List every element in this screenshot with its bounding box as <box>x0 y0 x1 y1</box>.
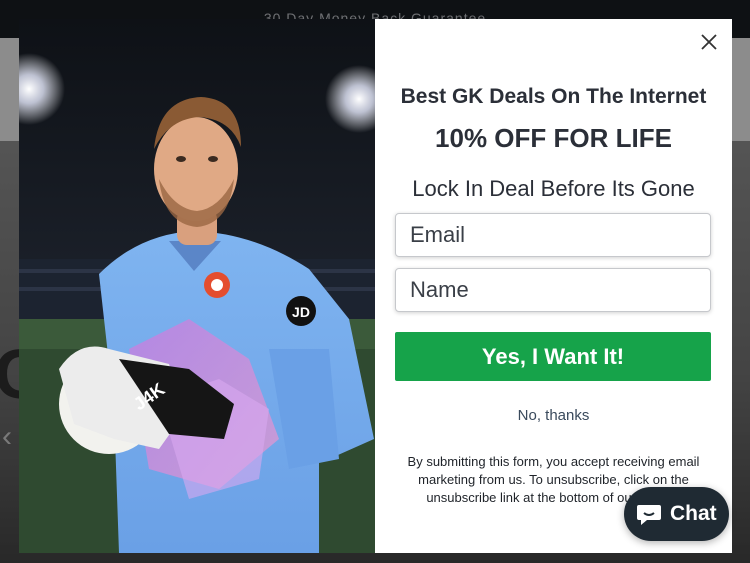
popup-offer: 10% OFF FOR LIFE <box>435 123 672 153</box>
submit-button[interactable]: Yes, I Want It! <box>395 332 711 381</box>
signup-panel: Best GK Deals On The Internet 10% OFF FO… <box>375 19 732 553</box>
badge-text: JD <box>292 304 310 320</box>
chat-label: Chat <box>670 502 717 525</box>
goalkeeper-illustration: JD J4K <box>19 53 375 553</box>
goalkeeper-photo: JD J4K <box>19 19 375 553</box>
name-field[interactable] <box>395 268 711 312</box>
popup-headline: Best GK Deals On The Internet <box>400 85 707 108</box>
email-field[interactable] <box>395 213 711 257</box>
chat-button[interactable]: Chat <box>624 487 729 541</box>
decline-link[interactable]: No, thanks <box>375 407 732 424</box>
popup-subheadline: Lock In Deal Before Its Gone <box>412 176 695 201</box>
chat-bubble-icon <box>637 505 661 525</box>
newsletter-popup: JD J4K Best GK Deals On The Internet 10%… <box>19 19 732 553</box>
close-button[interactable] <box>696 29 722 55</box>
close-icon <box>701 34 717 50</box>
